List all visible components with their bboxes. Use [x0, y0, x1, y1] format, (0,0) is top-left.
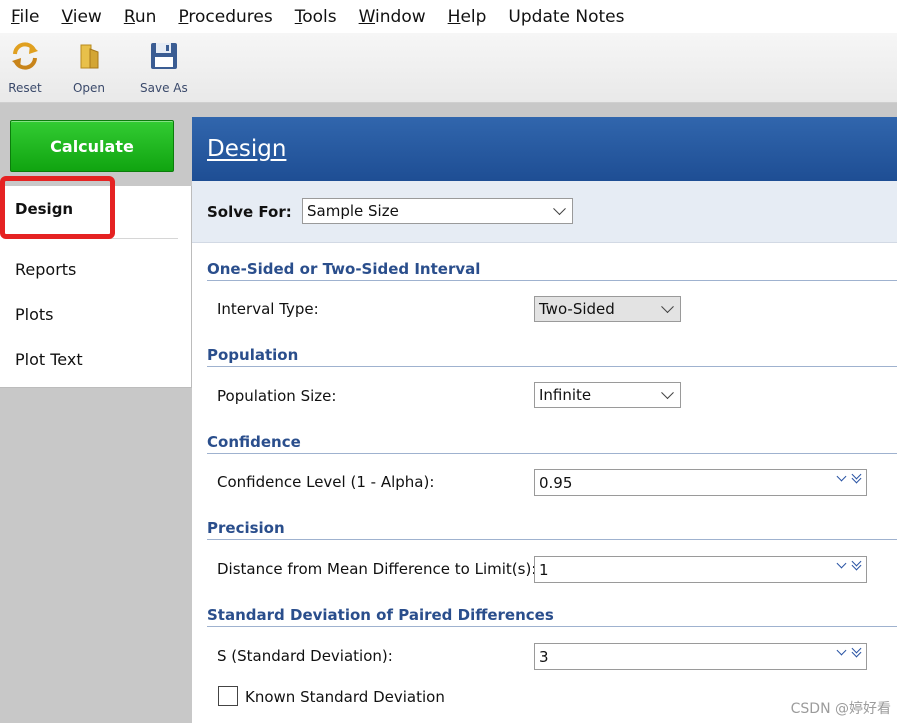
double-chevron-down-icon[interactable]	[851, 556, 862, 571]
section-divider	[207, 539, 897, 540]
solve-for-label: Solve For:	[207, 203, 292, 221]
solve-for-row: Solve For: Sample Size	[192, 181, 897, 243]
population-size-select[interactable]: Infinite	[534, 382, 681, 408]
menu-help[interactable]: Help	[448, 7, 487, 27]
interval-type-label: Interval Type:	[217, 300, 319, 318]
nav-item-plot-text[interactable]: Plot Text	[15, 350, 83, 369]
combo-arrows	[836, 556, 862, 571]
reset-label: Reset	[8, 81, 42, 95]
highlight-box	[0, 176, 115, 239]
menu-file[interactable]: File	[11, 7, 39, 27]
distance-label: Distance from Mean Difference to Limit(s…	[217, 560, 537, 578]
interval-type-value: Two-Sided	[539, 300, 615, 318]
design-panel: Design Solve For: Sample Size One-Sided …	[192, 117, 897, 723]
known-stddev-checkbox[interactable]	[218, 686, 238, 706]
s-stddev-combo[interactable]: 3	[534, 643, 867, 670]
toolbar: Reset Open Save As	[0, 33, 897, 103]
section-divider	[207, 453, 897, 454]
section-confidence: Confidence	[207, 433, 301, 451]
calculate-button[interactable]: Calculate	[10, 120, 174, 172]
nav-item-reports[interactable]: Reports	[15, 260, 76, 279]
floppy-disk-icon	[147, 39, 181, 73]
chevron-down-icon	[661, 300, 674, 314]
open-button[interactable]: Open	[72, 39, 106, 95]
chevron-down-icon	[553, 202, 566, 216]
save-as-label: Save As	[140, 81, 188, 95]
save-as-button[interactable]: Save As	[140, 39, 188, 95]
distance-combo[interactable]: 1	[534, 556, 867, 583]
section-divider	[207, 280, 897, 281]
double-chevron-down-icon[interactable]	[851, 469, 862, 484]
s-stddev-value: 3	[539, 647, 549, 666]
confidence-level-label: Confidence Level (1 - Alpha):	[217, 473, 435, 491]
section-stddev: Standard Deviation of Paired Differences	[207, 606, 554, 624]
s-stddev-label: S (Standard Deviation):	[217, 647, 393, 665]
section-divider	[207, 366, 897, 367]
combo-arrows	[836, 469, 862, 484]
folder-open-icon	[72, 39, 106, 73]
watermark: CSDN @婷好看	[790, 701, 891, 717]
reset-icon	[8, 39, 42, 73]
known-stddev-label: Known Standard Deviation	[245, 688, 445, 706]
double-chevron-down-icon[interactable]	[851, 643, 862, 658]
menu-tools[interactable]: Tools	[295, 7, 337, 27]
panel-header: Design	[192, 117, 897, 181]
section-divider	[207, 626, 897, 627]
menu-run[interactable]: Run	[124, 7, 157, 27]
menu-procedures[interactable]: Procedures	[178, 7, 272, 27]
menu-window[interactable]: Window	[359, 7, 426, 27]
chevron-down-icon[interactable]	[836, 645, 847, 655]
nav-item-plots[interactable]: Plots	[15, 305, 54, 324]
section-population: Population	[207, 346, 299, 364]
section-precision: Precision	[207, 519, 285, 537]
reset-button[interactable]: Reset	[8, 39, 42, 95]
population-size-label: Population Size:	[217, 387, 337, 405]
menu-view[interactable]: View	[61, 7, 101, 27]
section-interval: One-Sided or Two-Sided Interval	[207, 260, 481, 278]
population-size-value: Infinite	[539, 386, 592, 404]
chevron-down-icon[interactable]	[836, 558, 847, 568]
chevron-down-icon	[661, 386, 674, 400]
distance-value: 1	[539, 560, 549, 579]
confidence-level-combo[interactable]: 0.95	[534, 469, 867, 496]
solve-for-value: Sample Size	[307, 202, 399, 220]
panel-title: Design	[207, 136, 287, 162]
chevron-down-icon[interactable]	[836, 471, 847, 481]
combo-arrows	[836, 643, 862, 658]
menu-update-notes[interactable]: Update Notes	[508, 7, 624, 27]
confidence-level-value: 0.95	[539, 473, 573, 492]
menu-bar: File View Run Procedures Tools Window He…	[0, 0, 897, 33]
interval-type-select[interactable]: Two-Sided	[534, 296, 681, 322]
solve-for-select[interactable]: Sample Size	[302, 198, 573, 224]
open-label: Open	[72, 81, 106, 95]
